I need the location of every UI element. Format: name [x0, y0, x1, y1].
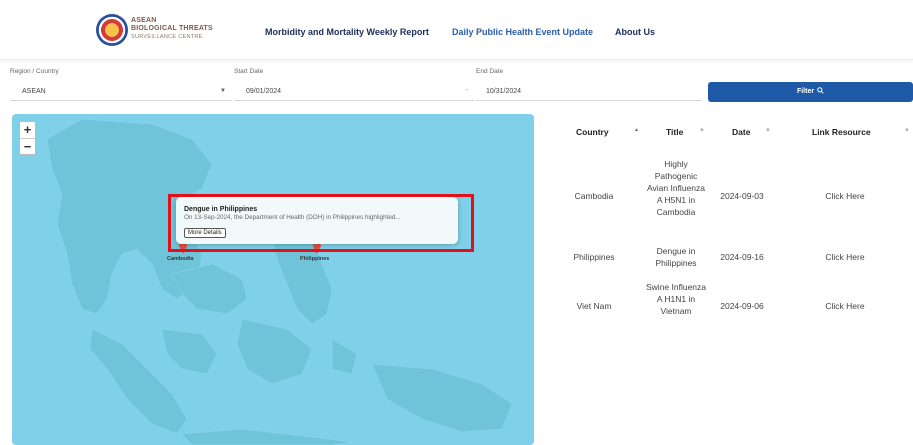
nav-daily-public-health-event-update[interactable]: Daily Public Health Event Update — [452, 27, 593, 37]
col-header-title[interactable]: Title — [666, 127, 683, 137]
zoom-in-button[interactable]: + — [20, 122, 35, 138]
sort-icon[interactable]: ◆ — [766, 127, 770, 133]
dash-separator-icon: - — [466, 87, 469, 94]
region-country-select[interactable]: ASEAN ▼ — [10, 83, 232, 101]
logo-line-2: BIOLOGICAL THREATS — [131, 25, 213, 32]
table-cell-link[interactable]: Click Here — [808, 190, 882, 202]
nav-morbidity-mortality-report[interactable]: Morbidity and Mortality Weekly Report — [265, 27, 429, 37]
end-date-input[interactable]: - 10/31/2024 — [466, 83, 702, 101]
sort-icon[interactable]: ◆ — [905, 127, 909, 133]
region-country-value: ASEAN — [22, 88, 46, 95]
start-date-value: 09/01/2024 — [246, 88, 282, 95]
logo-line-1: ASEAN — [131, 17, 157, 24]
more-details-button[interactable]: More Details — [184, 228, 226, 238]
region-country-label: Region / Country — [10, 68, 59, 75]
table-cell-country: Viet Nam — [576, 301, 612, 311]
col-header-country[interactable]: Country — [576, 127, 609, 137]
table-cell-title: Dengue in Philippines — [655, 246, 697, 268]
filter-button-label: Filter — [796, 88, 815, 95]
table-cell-date: 2024-09-06 — [720, 301, 764, 311]
sort-asc-icon[interactable]: ▲ — [634, 127, 639, 133]
popup-title: Dengue in Philippines — [184, 206, 258, 213]
top-header: ASEAN BIOLOGICAL THREATS SURVEILLANCE CE… — [0, 0, 913, 60]
table-cell-country: Philippines — [573, 252, 615, 262]
marker-label-philippines: Philippines — [300, 256, 330, 262]
sort-icon[interactable]: ◆ — [700, 127, 704, 133]
end-date-value: 10/31/2024 — [486, 88, 522, 95]
zoom-out-button[interactable]: − — [20, 138, 35, 154]
asean-biological-threats-logo[interactable]: ASEAN BIOLOGICAL THREATS SURVEILLANCE CE… — [96, 14, 216, 48]
table-cell-date: 2024-09-16 — [720, 252, 764, 262]
table-cell-date: 2024-09-03 — [720, 191, 764, 201]
table-cell-title: Highly Pathogenic Avian Influenza A H5N1… — [647, 159, 705, 217]
start-date-label: Start Date — [234, 68, 264, 75]
start-date-input[interactable]: 09/01/2024 — [234, 83, 474, 101]
popup-text: On 13-Sep-2024, the Department of Health… — [184, 214, 401, 221]
search-icon — [817, 87, 824, 94]
event-map[interactable]: + − Cambodia Philippines Dengue in Phili… — [12, 114, 534, 445]
col-header-link-resource[interactable]: Link Resource — [812, 127, 871, 137]
table-cell-country: Cambodia — [574, 191, 614, 201]
col-header-date[interactable]: Date — [732, 127, 750, 137]
filter-button[interactable]: Filter — [708, 82, 913, 102]
nav-about-us[interactable]: About Us — [615, 27, 655, 37]
table-cell-link[interactable]: Click Here — [808, 251, 882, 263]
table-cell-link[interactable]: Click Here — [808, 300, 882, 312]
event-popup: Dengue in Philippines On 13-Sep-2024, th… — [176, 197, 458, 244]
map-landmass — [46, 118, 513, 445]
asean-emblem-icon — [96, 14, 128, 46]
table-cell-title: Swine Influenza A H1N1 in Vietnam — [646, 282, 707, 316]
marker-label-cambodia: Cambodia — [167, 256, 194, 262]
logo-text: ASEAN BIOLOGICAL THREATS SURVEILLANCE CE… — [131, 17, 213, 41]
chevron-down-icon: ▼ — [220, 88, 226, 94]
zoom-control: + − — [19, 121, 36, 155]
logo-line-3: SURVEILLANCE CENTRE — [131, 34, 203, 40]
end-date-label: End Date — [476, 68, 504, 75]
